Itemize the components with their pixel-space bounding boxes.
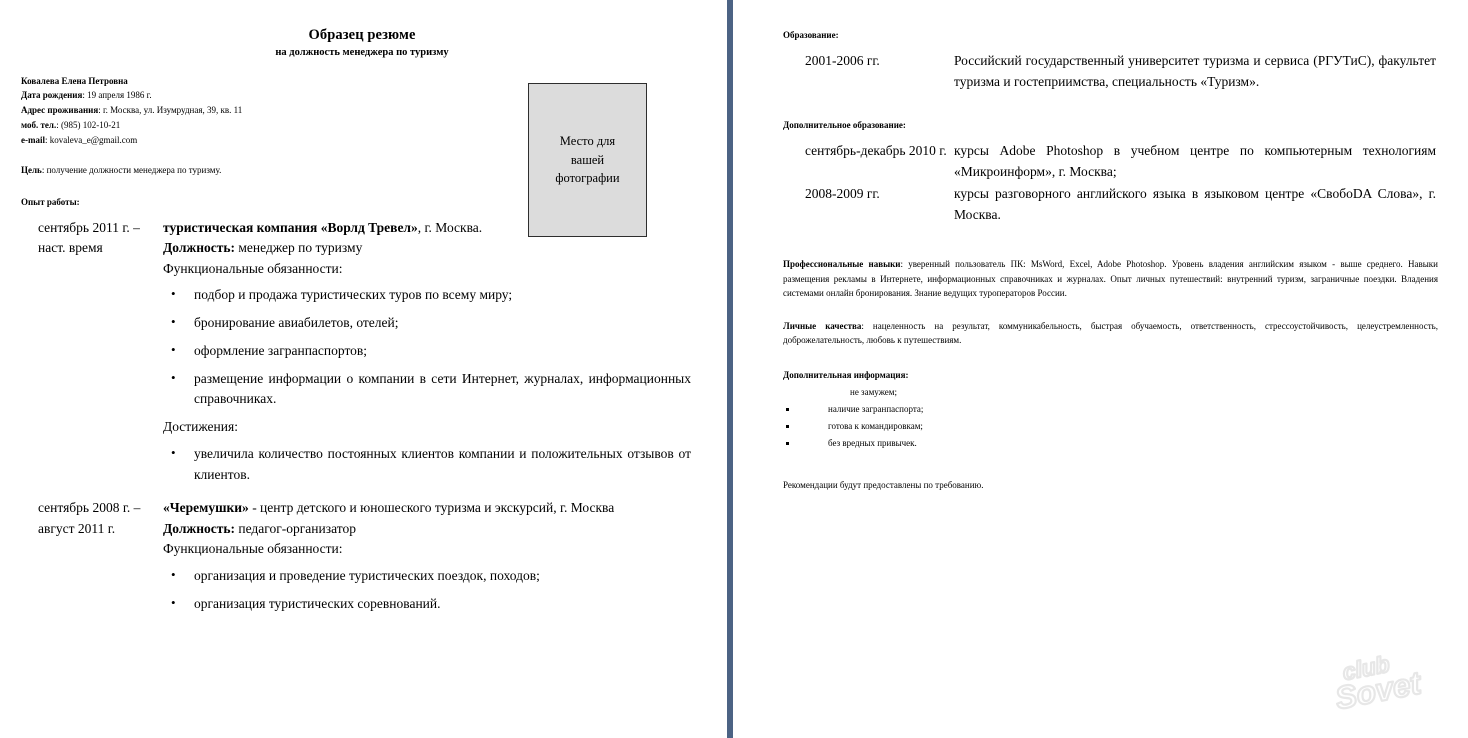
additional-education-heading: Дополнительное образование:	[783, 120, 906, 131]
svg-text:Sovet: Sovet	[1332, 664, 1425, 716]
list-item: организация и проведение туристических п…	[163, 565, 691, 587]
list-item: увеличила количество постоянных клиентов…	[163, 443, 691, 486]
work-entry-company-city: , г. Москва.	[417, 219, 483, 235]
education-entry-dates: 2001-2006 гг.	[805, 53, 880, 68]
goal-value: : получение должности менеджера по туриз…	[41, 164, 222, 175]
phone-label: моб. тел.	[21, 120, 57, 131]
additional-education-entry: сентябрь-декабрь 2010 г. курсы Adobe Pho…	[783, 141, 1442, 182]
list-item: бронирование авиабилетов, отелей;	[163, 312, 691, 334]
work-entry-position-line: Должность: педагог-организатор	[163, 519, 691, 540]
birth-date-label: Дата рождения	[21, 90, 83, 101]
personal-qualities-block: Личные качества: нацеленность на результ…	[783, 319, 1442, 348]
additional-education-entry-dates: сентябрь-декабрь 2010 г.	[805, 143, 947, 159]
work-entry-position-label: Должность:	[163, 520, 236, 536]
work-entry-position-line: Должность: менеджер по туризму	[163, 238, 691, 259]
list-item: не замужем;	[850, 386, 897, 397]
svg-text:club: club	[1340, 651, 1391, 686]
personal-qualities-label: Личные качества	[783, 320, 862, 331]
work-entry-company-city: - центр детского и юношеского туризма и …	[248, 500, 615, 516]
work-entry-achievements-list: увеличила количество постоянных клиентов…	[163, 443, 691, 486]
sovetclub-watermark-icon: club Sovet	[1331, 650, 1426, 718]
work-entry-duties-label: Функциональные обязанности:	[163, 541, 343, 557]
professional-skills-block: Профессиональные навыки: уверенный польз…	[783, 257, 1442, 301]
work-entry-duties-list: подбор и продажа туристических туров по …	[163, 284, 691, 411]
references-line: Рекомендации будут предоставлены по треб…	[783, 480, 984, 491]
list-item: размещение информации о компании в сети …	[163, 368, 691, 411]
additional-education-entry: 2008-2009 гг. курсы разговорного английс…	[783, 184, 1442, 225]
personal-qualities-text: : нацеленность на результат, коммуникабе…	[783, 320, 1438, 346]
photo-placeholder-line-1: Место для	[559, 133, 616, 148]
list-item: без вредных привычек.	[783, 435, 1442, 452]
goal-label: Цель	[21, 164, 42, 175]
education-heading: Образование:	[783, 30, 839, 40]
education-entry-body: Российский государственный университет т…	[954, 51, 1442, 92]
list-item: организация туристических соревнований.	[163, 593, 691, 615]
email-value: : kovaleva_e@gmail.com	[45, 135, 138, 145]
additional-info-heading: Дополнительная информация:	[783, 369, 909, 380]
work-entry-dates: сентябрь 2008 г. – август 2011 г.	[38, 500, 141, 536]
work-entry-duties-list: организация и проведение туристических п…	[163, 565, 691, 615]
additional-info-list: не замужем; наличие загранпаспорта; гото…	[783, 384, 1442, 452]
education-entry-text: Российский государственный университет т…	[954, 53, 1436, 89]
professional-skills-label: Профессиональные навыки	[783, 259, 901, 270]
birth-date-value: : 19 апреля 1986 г.	[82, 90, 152, 101]
photo-placeholder-line-2: вашей	[570, 152, 605, 167]
additional-education-entry-text: курсы Adobe Photoshop в учебном центре п…	[954, 143, 1436, 179]
work-entry-body: «Черемушки» - центр детского и юношеског…	[163, 498, 703, 621]
work-entry-position-label: Должность:	[163, 240, 236, 256]
resume-page-1: Образец резюме на должность менеджера по…	[0, 0, 727, 738]
work-entry: сентябрь 2008 г. – август 2011 г. «Черем…	[21, 498, 703, 621]
list-item: готова к командировкам;	[783, 418, 1442, 435]
address-label: Адрес проживания	[21, 105, 99, 116]
photo-placeholder: Место для вашей фотографии	[528, 83, 647, 237]
photo-placeholder-line-3: фотографии	[555, 171, 620, 186]
work-entry-achievements-label: Достижения:	[163, 419, 238, 435]
work-entry-dates: сентябрь 2011 г. – наст. время	[38, 219, 140, 256]
resume-document: Образец резюме на должность менеджера по…	[0, 0, 1468, 738]
email-label: e-mail	[21, 135, 45, 145]
work-entry-position-value: менеджер по туризму	[235, 240, 363, 256]
education-entry: 2001-2006 гг. Российский государственный…	[783, 51, 1442, 92]
work-entry-company-line: «Черемушки» - центр детского и юношеског…	[163, 498, 691, 519]
work-entry-company: туристическая компания «Ворлд Тревел»	[163, 219, 418, 235]
work-entry: сентябрь 2011 г. – наст. время туристиче…	[21, 218, 703, 493]
phone-value: : (985) 102-10-21	[56, 120, 121, 131]
list-item: наличие загранпаспорта;	[783, 401, 1442, 418]
additional-education-entry-dates: 2008-2009 гг.	[805, 186, 880, 202]
address-value: : г. Москва, ул. Изумрудная, 39, кв. 11	[98, 105, 243, 116]
additional-education-entry-body: курсы разговорного английского языка в я…	[954, 184, 1442, 225]
work-entry-body: туристическая компания «Ворлд Тревел», г…	[163, 218, 703, 493]
page-title: Образец резюме	[308, 27, 416, 43]
list-item: оформление загранпаспортов;	[163, 340, 691, 362]
additional-education-entry-body: курсы Adobe Photoshop в учебном центре п…	[954, 141, 1442, 182]
work-entry-position-value: педагог-организатор	[235, 520, 356, 536]
resume-page-2: Образование: 2001-2006 гг. Российский го…	[733, 0, 1468, 738]
additional-education-entry-text: курсы разговорного английского языка в я…	[954, 186, 1436, 222]
list-item: подбор и продажа туристических туров по …	[163, 284, 691, 306]
page-subtitle: на должность менеджера по туризму	[275, 47, 449, 59]
work-entry-company: «Черемушки»	[163, 500, 249, 516]
work-entry-duties-label: Функциональные обязанности:	[163, 260, 343, 276]
